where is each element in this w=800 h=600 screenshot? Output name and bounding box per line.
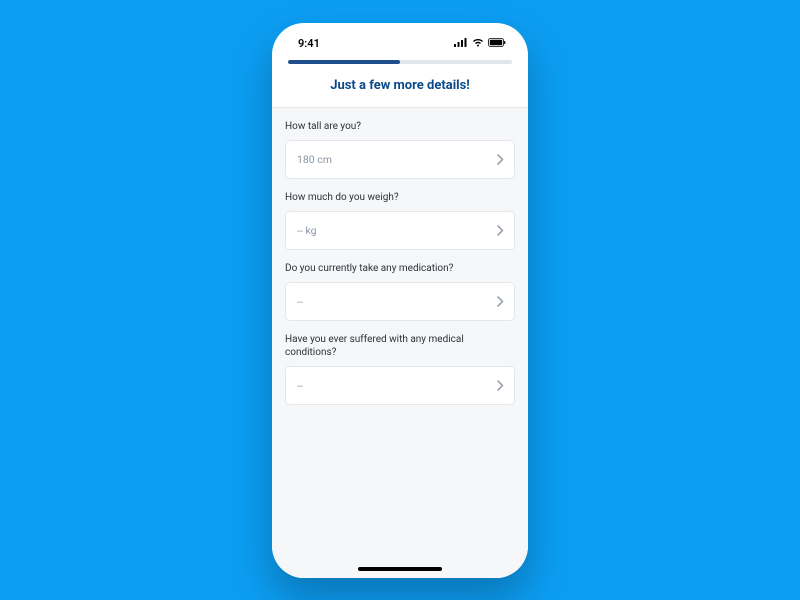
signal-icon: [454, 37, 468, 50]
field-group-height: How tall are you? 180 cm: [285, 120, 515, 179]
field-label-conditions: Have you ever suffered with any medical …: [285, 333, 515, 359]
field-group-medication: Do you currently take any medication? --: [285, 262, 515, 321]
status-icons: [454, 37, 506, 50]
header-section: Just a few more details!: [272, 56, 528, 107]
field-input-height[interactable]: 180 cm: [285, 140, 515, 179]
field-input-conditions[interactable]: --: [285, 366, 515, 405]
home-indicator: [358, 567, 442, 571]
wifi-icon: [472, 37, 484, 50]
phone-frame: 9:41 Just a few more details! How tall a…: [272, 23, 528, 578]
field-label-medication: Do you currently take any medication?: [285, 262, 515, 275]
field-value-weight: -- kg: [297, 224, 317, 237]
chevron-right-icon: [497, 221, 504, 240]
field-value-conditions: --: [297, 379, 303, 392]
field-label-height: How tall are you?: [285, 120, 515, 133]
page-title: Just a few more details!: [288, 78, 512, 93]
field-value-height: 180 cm: [297, 153, 332, 166]
chevron-right-icon: [497, 292, 504, 311]
field-group-weight: How much do you weigh? -- kg: [285, 191, 515, 250]
chevron-right-icon: [497, 376, 504, 395]
field-group-conditions: Have you ever suffered with any medical …: [285, 333, 515, 405]
progress-fill: [288, 60, 400, 64]
form-area: How tall are you? 180 cm How much do you…: [272, 107, 528, 578]
field-input-medication[interactable]: --: [285, 282, 515, 321]
battery-icon: [488, 37, 506, 50]
field-value-medication: --: [297, 295, 303, 308]
field-input-weight[interactable]: -- kg: [285, 211, 515, 250]
progress-bar: [288, 60, 512, 64]
field-label-weight: How much do you weigh?: [285, 191, 515, 204]
chevron-right-icon: [497, 150, 504, 169]
status-time: 9:41: [298, 37, 320, 50]
status-bar: 9:41: [272, 23, 528, 56]
